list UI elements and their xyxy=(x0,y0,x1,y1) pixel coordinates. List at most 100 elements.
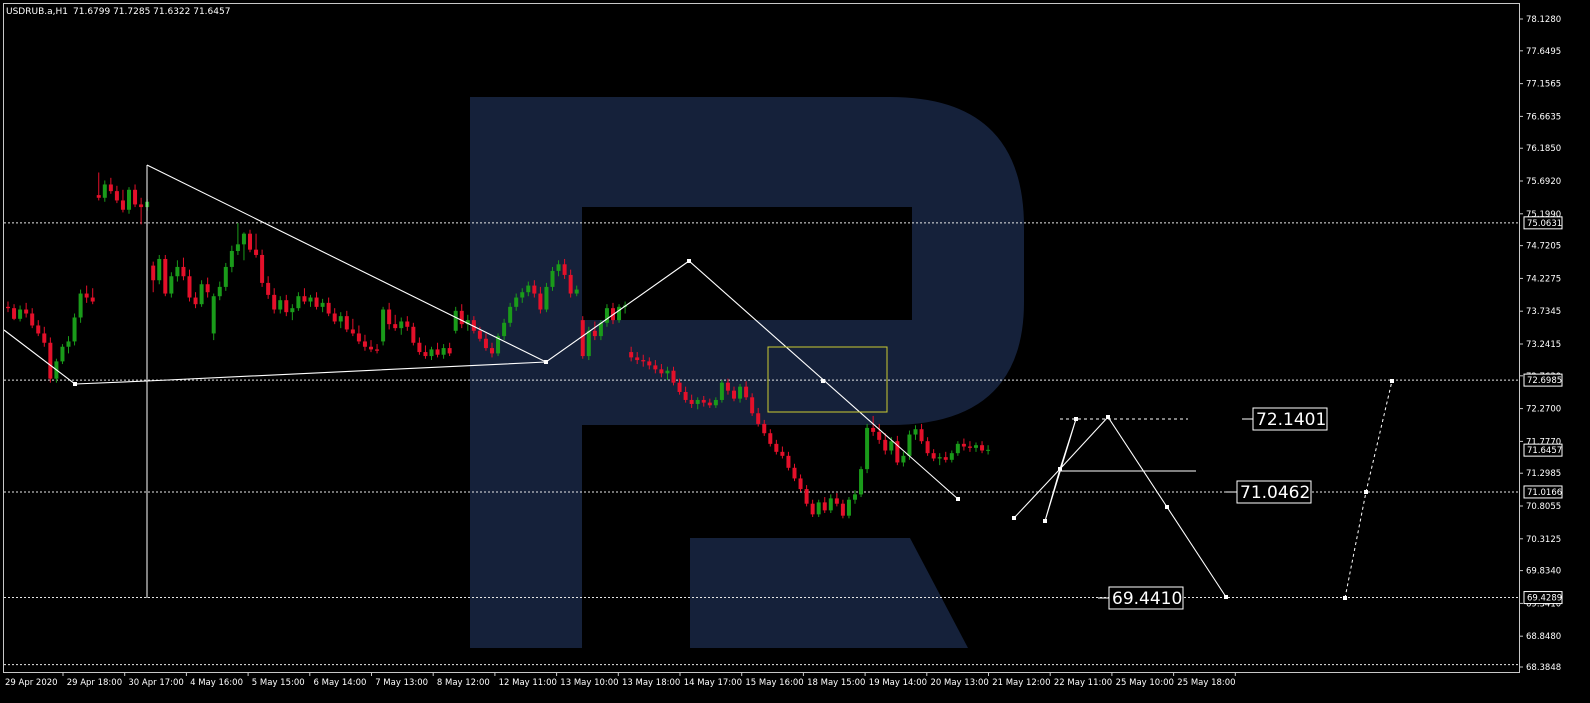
candle xyxy=(974,442,978,452)
candle-body xyxy=(756,413,761,424)
forecast-path xyxy=(1344,380,1393,599)
candle-body xyxy=(332,313,337,322)
candle xyxy=(822,497,827,514)
candle-body xyxy=(477,330,482,339)
candle-body xyxy=(108,184,113,192)
candle-body xyxy=(877,431,882,440)
candle-body xyxy=(641,360,646,362)
candle xyxy=(719,380,724,403)
candle-body xyxy=(774,443,779,452)
candle xyxy=(241,232,246,261)
y-tick-label: 75.6920 xyxy=(1526,177,1561,187)
chart: 72.1401 71.0462 69.4410 78.1280 77.6495 77.1… xyxy=(0,0,1590,703)
candle-body xyxy=(502,322,507,337)
x-tick-label: 22 May 11:00 xyxy=(1054,678,1112,688)
candle xyxy=(320,298,325,313)
candle-body xyxy=(48,342,53,379)
candle-body xyxy=(169,276,174,294)
candle-body xyxy=(689,399,694,404)
candle-body xyxy=(60,346,65,362)
candle xyxy=(272,288,277,314)
candle-body xyxy=(647,361,652,366)
candle-body xyxy=(411,326,416,343)
candle xyxy=(459,304,464,329)
candle xyxy=(193,292,198,309)
candle xyxy=(72,313,77,346)
candle xyxy=(895,435,900,466)
candle-body xyxy=(490,348,494,354)
candle xyxy=(980,441,985,454)
candle-body xyxy=(272,294,277,310)
candle xyxy=(120,189,125,213)
candle xyxy=(544,282,549,313)
candle-body xyxy=(211,296,216,334)
candle-body xyxy=(175,266,180,277)
candle-body xyxy=(550,270,555,287)
x-tick-label: 7 May 13:00 xyxy=(375,678,428,688)
candle-body xyxy=(483,338,488,349)
candle-body xyxy=(750,397,755,414)
y-tick-label: 78.1280 xyxy=(1526,15,1561,25)
candle-body xyxy=(986,449,991,451)
candle xyxy=(278,296,283,314)
x-tick-label: 25 May 10:00 xyxy=(1116,678,1174,688)
candle xyxy=(387,302,392,330)
x-tick-label: 20 May 13:00 xyxy=(931,678,989,688)
candle xyxy=(877,423,882,444)
y-tick-label: 72.2700 xyxy=(1526,405,1561,415)
candle-body xyxy=(840,503,845,516)
candle xyxy=(332,308,337,325)
candle-body xyxy=(338,316,343,322)
watermark-logo-shape xyxy=(690,538,968,648)
wave-point xyxy=(1043,519,1047,523)
candle-body xyxy=(447,348,452,354)
candle xyxy=(986,445,991,455)
candle xyxy=(399,317,404,335)
candle xyxy=(943,451,948,463)
x-tick-label: 6 May 14:00 xyxy=(314,678,367,688)
wave-point xyxy=(956,497,960,501)
x-tick-label: 19 May 14:00 xyxy=(869,678,927,688)
x-tick-label: 14 May 17:00 xyxy=(684,678,742,688)
chart-header: USDRUB.a,H1 71.6799 71.7285 71.6322 71.6… xyxy=(6,7,230,17)
x-tick-label: 25 May 18:00 xyxy=(1177,678,1235,688)
candle xyxy=(36,320,41,337)
candle xyxy=(810,499,815,518)
price-tag-label: 71.0166 xyxy=(1527,488,1562,498)
wave-point xyxy=(1165,505,1169,509)
candle xyxy=(496,333,501,357)
candle xyxy=(816,499,821,518)
candle-body xyxy=(133,189,138,205)
wave-point xyxy=(687,259,691,263)
candle xyxy=(913,425,918,440)
y-tick-label: 68.8480 xyxy=(1526,632,1561,642)
price-tag-label: 72.6985 xyxy=(1527,376,1562,386)
candle xyxy=(205,277,210,298)
wave-point xyxy=(1106,415,1110,419)
candle xyxy=(786,451,791,471)
candle-body xyxy=(229,250,234,267)
candle xyxy=(308,294,313,307)
candle-body xyxy=(586,330,591,357)
candle xyxy=(798,474,803,492)
candle xyxy=(6,301,10,313)
wave-point xyxy=(1012,516,1016,520)
candle-body xyxy=(532,285,537,294)
candle xyxy=(266,276,271,299)
candle xyxy=(375,344,380,354)
candle-body xyxy=(381,309,386,342)
candle-body xyxy=(574,289,579,294)
candle xyxy=(199,280,204,307)
candle xyxy=(187,269,192,302)
candle xyxy=(48,337,53,383)
watermark-logo xyxy=(470,97,1024,648)
candle xyxy=(828,494,833,514)
wave-point xyxy=(1364,490,1368,494)
candle xyxy=(834,493,839,507)
candle xyxy=(157,254,162,285)
y-tick-label: 68.3848 xyxy=(1526,663,1561,673)
candle-body xyxy=(127,189,131,210)
candle-body xyxy=(931,453,936,459)
candle-body xyxy=(677,382,682,392)
candle xyxy=(356,325,361,345)
